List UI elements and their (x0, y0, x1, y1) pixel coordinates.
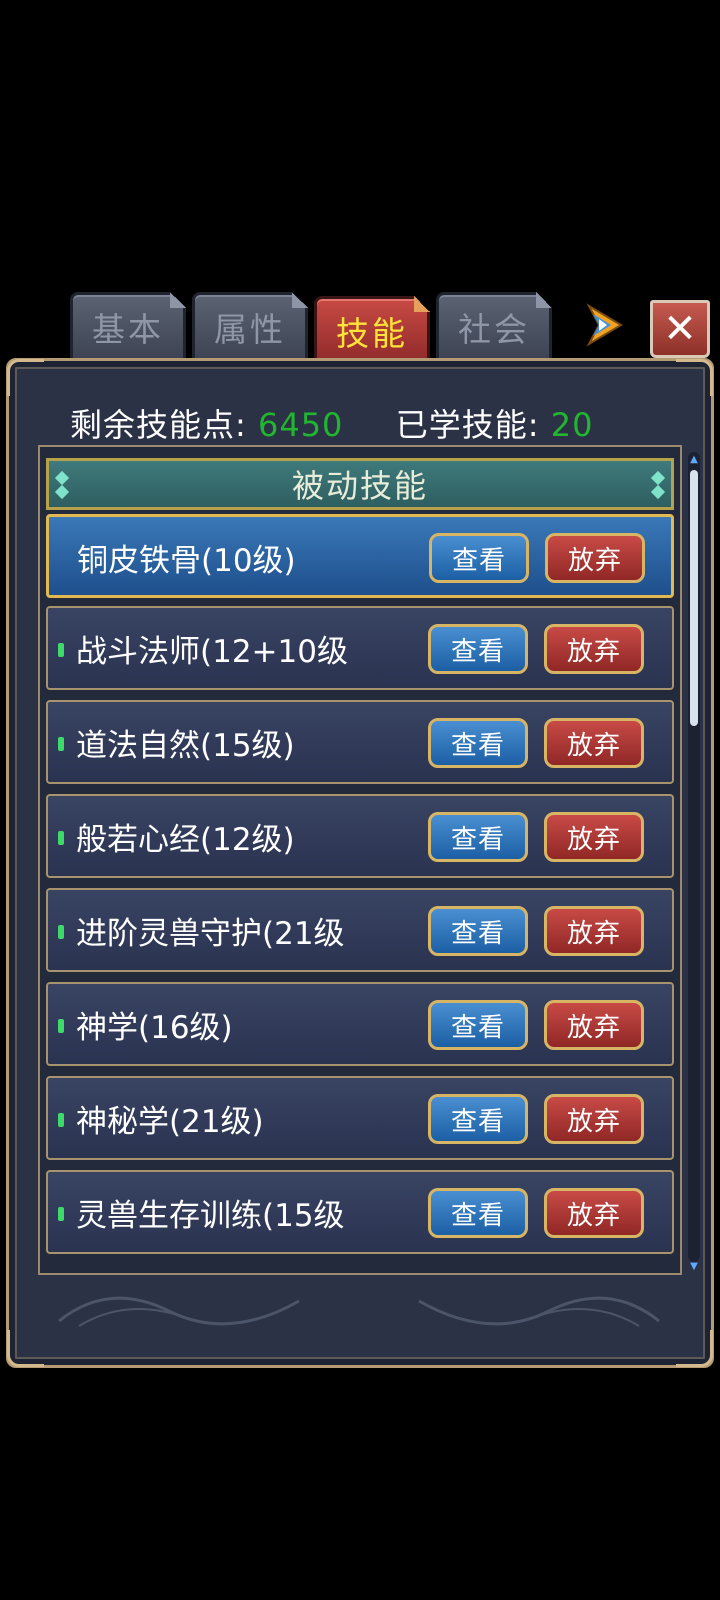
skill-name: 战斗法师(12+10级 (76, 633, 348, 670)
scroll-up-icon[interactable]: ▲ (689, 455, 699, 465)
swirl-ornament-icon (58, 1296, 300, 1327)
skill-row[interactable]: 铜皮铁骨(10级) 查看 放弃 (46, 514, 674, 598)
learned-skills-label: 已学技能: (395, 406, 540, 444)
skill-row[interactable]: 神学(16级) 查看 放弃 (46, 982, 674, 1066)
next-arrow-icon[interactable] (583, 302, 627, 348)
status-pip-icon (58, 643, 64, 657)
skill-name: 神秘学(21级) (76, 1103, 264, 1140)
tab-skills[interactable]: 技能 (314, 296, 430, 366)
diamond-icon (54, 484, 70, 500)
view-button[interactable]: 查看 (428, 812, 528, 862)
skill-row[interactable]: 进阶灵兽守护(21级 查看 放弃 (46, 888, 674, 972)
abandon-button[interactable]: 放弃 (544, 812, 644, 862)
skill-name: 铜皮铁骨(10级) (77, 542, 296, 579)
scroll-down-icon[interactable]: ▼ (689, 1262, 699, 1272)
tab-basic[interactable]: 基本 (70, 292, 186, 362)
diamond-icon (650, 484, 666, 500)
skill-row[interactable]: 般若心经(12级) 查看 放弃 (46, 794, 674, 878)
skill-name: 灵兽生存训练(15级 (76, 1197, 345, 1234)
section-title: 被动技能 (291, 467, 428, 505)
abandon-button[interactable]: 放弃 (544, 718, 644, 768)
view-button[interactable]: 查看 (429, 533, 529, 583)
scrollbar-thumb[interactable] (690, 470, 698, 726)
view-button[interactable]: 查看 (428, 624, 528, 674)
tab-attributes[interactable]: 属性 (192, 292, 308, 362)
tab-social[interactable]: 社会 (436, 292, 552, 362)
screen: 基本 属性 技能 社会 ✕ 剩余技能点: 6450 已学技能: 20 被动技能 … (0, 0, 720, 1600)
skill-stats: 剩余技能点: 6450 已学技能: 20 (70, 400, 593, 446)
close-button[interactable]: ✕ (650, 300, 710, 358)
panel-corner-ornament (7, 359, 44, 396)
status-pip-icon (58, 1019, 64, 1033)
swirl-ornament-icon (418, 1296, 660, 1327)
status-pip-icon (58, 925, 64, 939)
abandon-button[interactable]: 放弃 (544, 1094, 644, 1144)
view-button[interactable]: 查看 (428, 1094, 528, 1144)
skill-row[interactable]: 神秘学(21级) 查看 放弃 (46, 1076, 674, 1160)
skill-name: 神学(16级) (76, 1009, 233, 1046)
diamond-icon (54, 470, 70, 486)
skill-row[interactable]: 战斗法师(12+10级 查看 放弃 (46, 606, 674, 690)
section-header: 被动技能 (46, 458, 674, 510)
skill-name: 进阶灵兽守护(21级 (76, 915, 345, 952)
abandon-button[interactable]: 放弃 (544, 624, 644, 674)
skill-name: 般若心经(12级) (76, 821, 295, 858)
diamond-icon (650, 470, 666, 486)
status-pip-icon (58, 1207, 64, 1221)
learned-skills-value: 20 (550, 406, 594, 444)
status-pip-icon (58, 831, 64, 845)
skill-points-label: 剩余技能点: (70, 406, 247, 444)
skill-points-value: 6450 (257, 406, 344, 444)
abandon-button[interactable]: 放弃 (544, 906, 644, 956)
view-button[interactable]: 查看 (428, 1000, 528, 1050)
skill-name: 道法自然(15级) (76, 727, 295, 764)
panel-corner-ornament (676, 359, 713, 396)
status-pip-icon (58, 1113, 64, 1127)
skill-row[interactable]: 道法自然(15级) 查看 放弃 (46, 700, 674, 784)
status-pip-icon (58, 737, 64, 751)
skill-row[interactable]: 灵兽生存训练(15级 查看 放弃 (46, 1170, 674, 1254)
view-button[interactable]: 查看 (428, 718, 528, 768)
view-button[interactable]: 查看 (428, 1188, 528, 1238)
panel-corner-ornament (676, 1330, 713, 1367)
abandon-button[interactable]: 放弃 (544, 1000, 644, 1050)
abandon-button[interactable]: 放弃 (545, 533, 645, 583)
abandon-button[interactable]: 放弃 (544, 1188, 644, 1238)
panel-corner-ornament (7, 1330, 44, 1367)
view-button[interactable]: 查看 (428, 906, 528, 956)
